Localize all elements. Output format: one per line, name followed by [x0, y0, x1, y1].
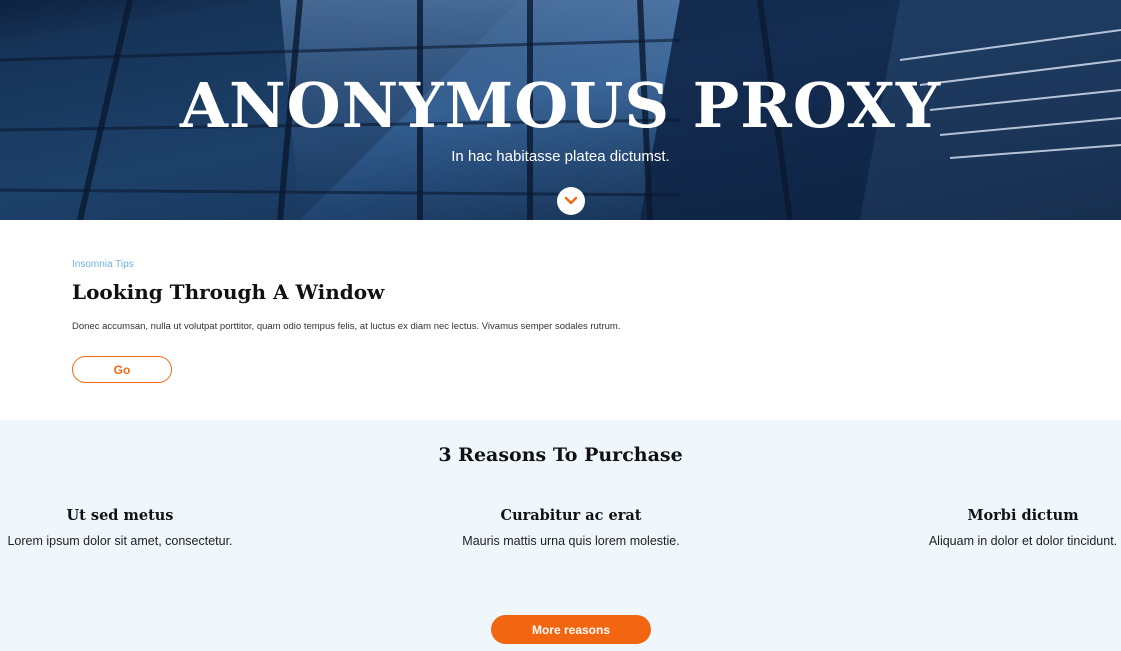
- reason-text: Lorem ipsum dolor sit amet, consectetur.: [7, 534, 233, 548]
- reasons-section: 3 Reasons To Purchase Ut sed metus Lorem…: [0, 420, 1121, 651]
- more-reasons-button[interactable]: More reasons: [491, 615, 651, 644]
- reason-item: Ut sed metus Lorem ipsum dolor sit amet,…: [0, 507, 270, 548]
- chevron-down-icon: [564, 196, 578, 205]
- intro-eyebrow: Insomnia Tips: [72, 259, 134, 270]
- scroll-down-button[interactable]: [557, 187, 585, 215]
- hero-subtitle: In hac habitasse platea dictumst.: [451, 148, 670, 165]
- reason-title: Ut sed metus: [66, 507, 174, 524]
- hero-title: ANONYMOUS PROXY: [179, 69, 942, 142]
- intro-section: Insomnia Tips Looking Through A Window D…: [0, 220, 1121, 420]
- reason-item: Morbi dictum Aliquam in dolor et dolor t…: [873, 507, 1121, 548]
- intro-text: Donec accumsan, nulla ut volutpat portti…: [72, 321, 621, 332]
- go-button[interactable]: Go: [72, 356, 172, 383]
- reason-text: Aliquam in dolor et dolor tincidunt.: [928, 534, 1118, 548]
- reason-item: Curabitur ac erat Mauris mattis urna qui…: [421, 507, 721, 548]
- reason-text: Mauris mattis urna quis lorem molestie.: [462, 534, 680, 548]
- reason-title: Morbi dictum: [967, 507, 1079, 524]
- reason-title: Curabitur ac erat: [500, 507, 642, 524]
- intro-title: Looking Through A Window: [72, 280, 385, 304]
- hero-banner: ANONYMOUS PROXY In hac habitasse platea …: [0, 0, 1121, 220]
- reasons-title: 3 Reasons To Purchase: [438, 444, 683, 466]
